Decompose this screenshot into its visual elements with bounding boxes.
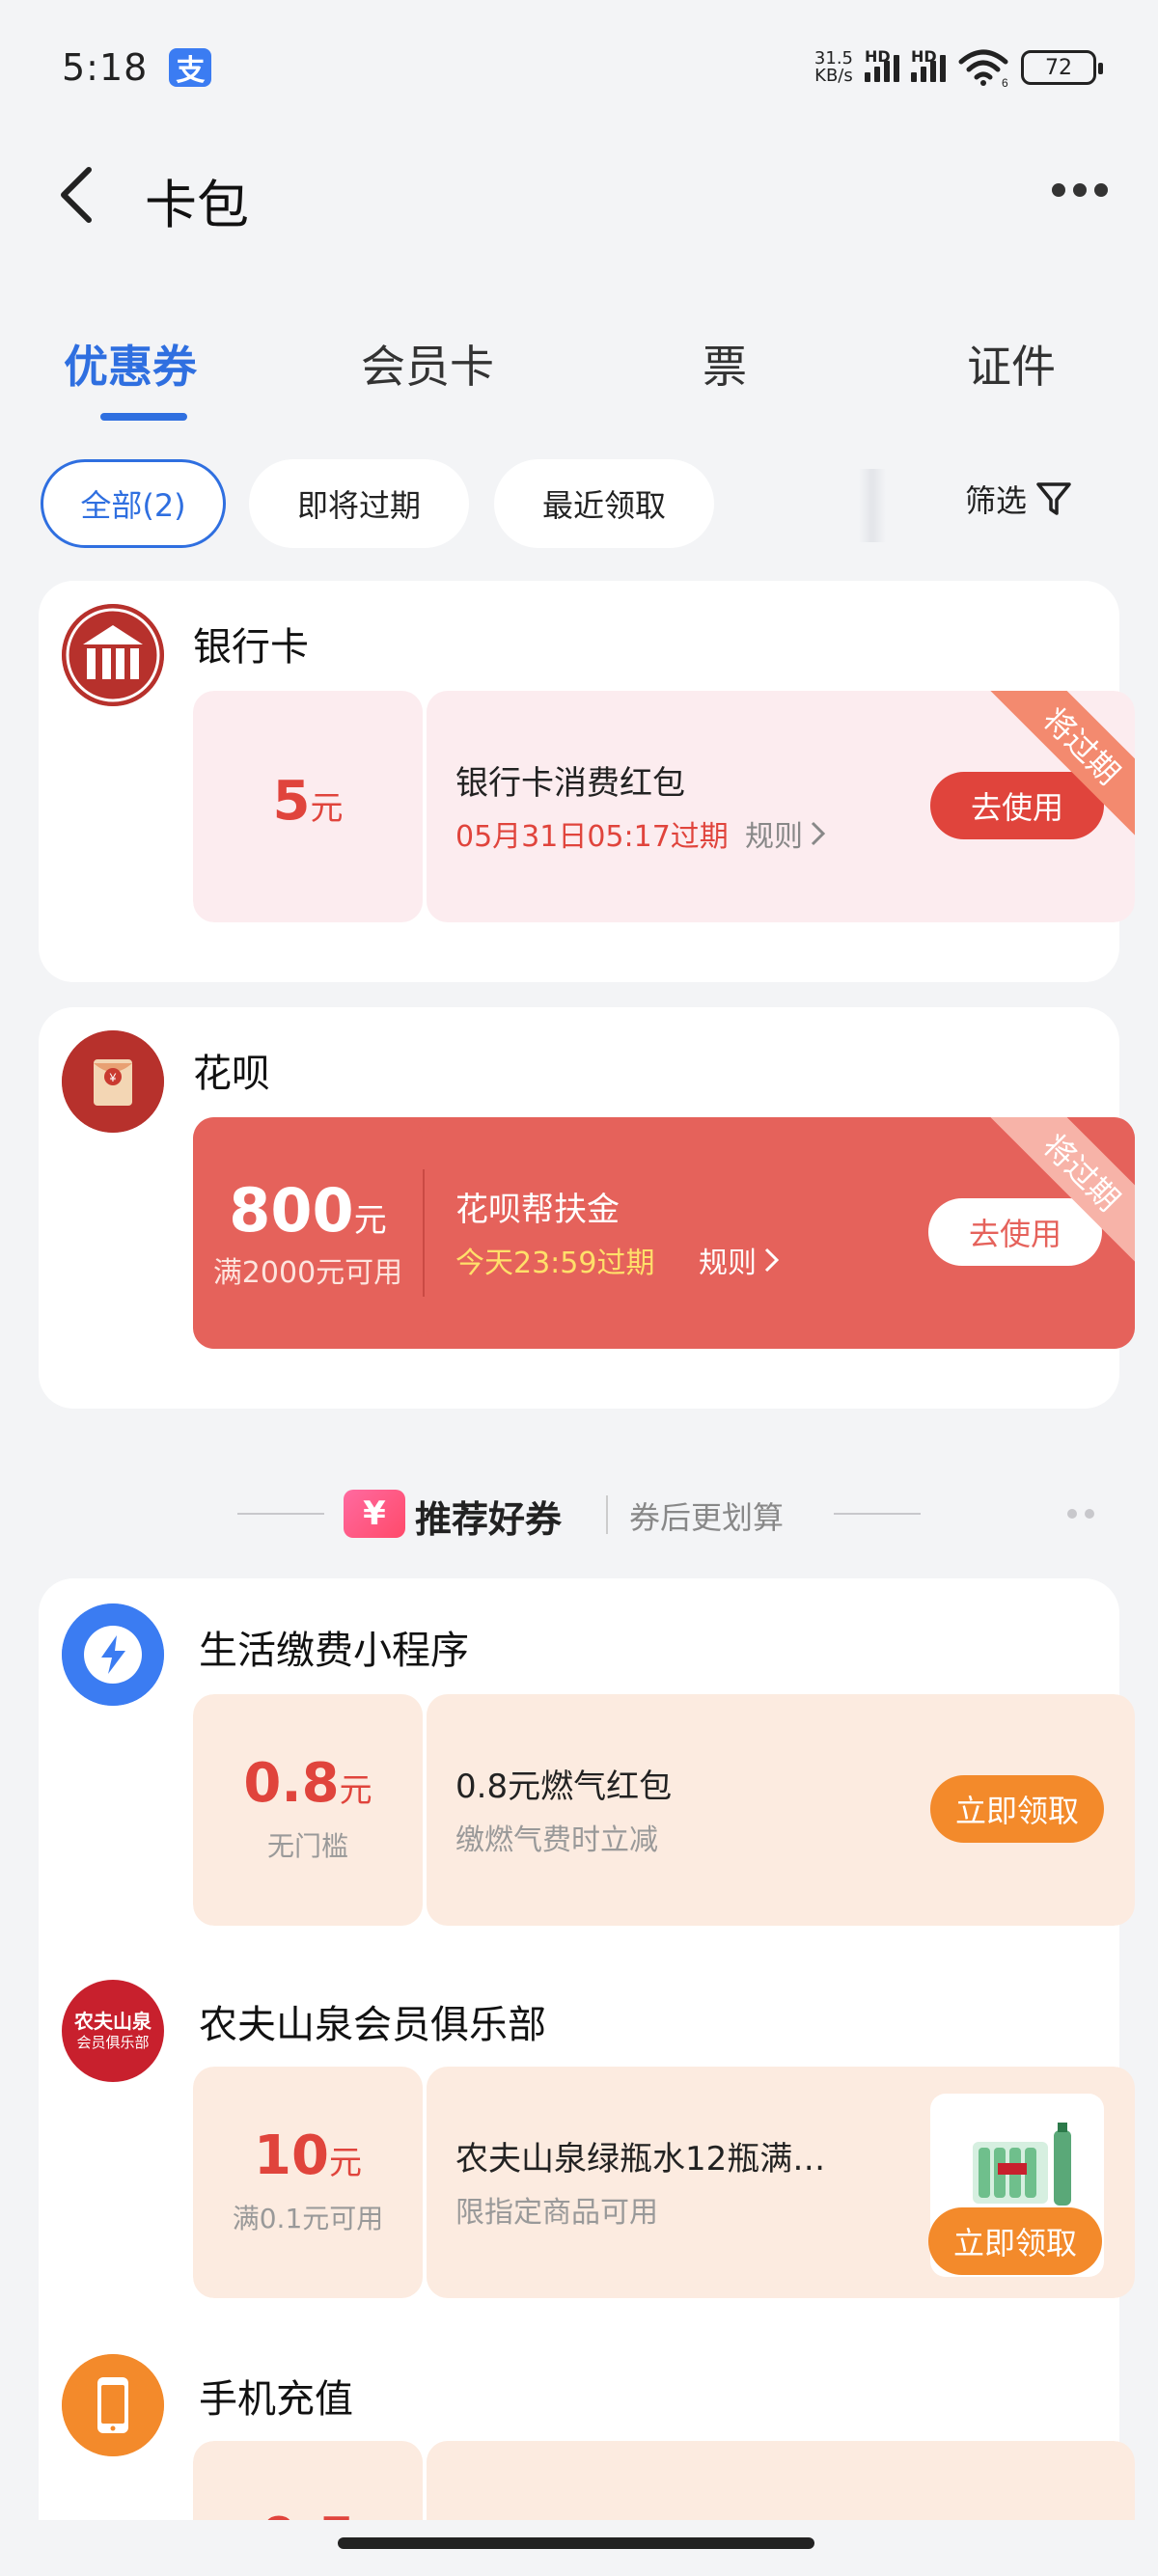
coupon-title: 银行卡消费红包	[455, 764, 685, 803]
divider-line	[834, 1513, 921, 1515]
logo-text-line2: 会员俱乐部	[76, 2034, 150, 2051]
offer-title: 0.8元燃气红包	[455, 1768, 673, 1806]
coupon-amount-panel: 5元	[193, 691, 423, 922]
offer-info-panel: 0.8元燃气红包 缴燃气费时立减 立即领取	[427, 1694, 1135, 1926]
offer-gas-red-packet[interactable]: 0.8元 无门槛 0.8元燃气红包 缴燃气费时立减 立即领取	[193, 1694, 1135, 1926]
svg-text:¥: ¥	[109, 1071, 117, 1084]
merchant-name: 花呗	[193, 1052, 270, 1096]
tab-documents[interactable]: 证件	[967, 332, 1056, 396]
coupon-info-panel: 花呗帮扶金 今天23:59过期 规则 去使用 将过期	[427, 1117, 1135, 1349]
funnel-icon	[1036, 482, 1071, 515]
bank-card-logo	[62, 604, 164, 706]
recommend-section-header: ¥ 推荐好券 券后更划算	[0, 1476, 1158, 1553]
network-speed: 31.5 KB/s	[814, 50, 853, 85]
wifi-icon: 6	[958, 49, 1008, 87]
offer-description: 限指定商品可用	[455, 2196, 658, 2230]
offer-water-coupon[interactable]: 10元 满0.1元可用 农夫山泉绿瓶水12瓶满… 限指定商品可用 立即领取	[193, 2067, 1135, 2298]
tab-membership-cards[interactable]: 会员卡	[361, 332, 494, 396]
divider-line	[237, 1513, 324, 1515]
utility-payment-logo	[62, 1603, 164, 1706]
claim-offer-button[interactable]: 立即领取	[930, 1775, 1104, 1843]
filter-chip-all[interactable]: 全部(2)	[41, 459, 226, 548]
coupon-amount: 5元	[272, 770, 344, 833]
merchant-name: 生活缴费小程序	[199, 1629, 469, 1673]
network-speed-unit: KB/s	[814, 66, 853, 86]
tab-coupons[interactable]: 优惠券	[64, 332, 197, 396]
active-tab-indicator	[100, 413, 187, 421]
signal-icon: HD	[865, 47, 899, 82]
offer-amount: 0.8元	[243, 1752, 372, 1815]
filter-chip-expiring[interactable]: 即将过期	[249, 459, 469, 548]
huabei-logo: ¥	[62, 1030, 164, 1133]
coupon-ticket-icon: ¥	[344, 1490, 405, 1538]
coupon-group-bank-card: 银行卡 5元 银行卡消费红包 05月31日05:17过期 规则 去使用 将过期	[39, 581, 1135, 982]
coupon-info-panel: 银行卡消费红包 05月31日05:17过期 规则 去使用 将过期	[427, 691, 1135, 922]
coupon-title: 花呗帮扶金	[455, 1191, 620, 1229]
chevron-right-icon	[811, 821, 826, 846]
status-bar: 5:18 支 31.5 KB/s HD HD 6 72	[0, 0, 1158, 135]
tab-bar: 优惠券 会员卡 票 证件	[0, 318, 1158, 434]
more-dots-icon[interactable]	[1067, 1509, 1094, 1519]
recommend-subtitle: 券后更划算	[629, 1499, 785, 1536]
claim-offer-button[interactable]: 立即领取	[928, 2207, 1102, 2275]
recommended-offers-card: 生活缴费小程序 0.8元 无门槛 0.8元燃气红包 缴燃气费时立减 立即领取 农…	[39, 1578, 1135, 2576]
mobile-phone-icon	[62, 2354, 164, 2456]
coupon-expiry: 今天23:59过期	[455, 1247, 655, 1280]
filter-bar: 全部(2) 即将过期 最近领取 筛选	[0, 459, 1158, 548]
coupon-expiry: 05月31日05:17过期	[455, 820, 729, 854]
wifi-label: 6	[1002, 76, 1008, 87]
offer-description: 缴燃气费时立减	[455, 1823, 658, 1857]
status-time: 5:18	[62, 46, 149, 89]
offer-info-panel: 农夫山泉绿瓶水12瓶满… 限指定商品可用 立即领取	[427, 2067, 1135, 2298]
recommend-separator	[606, 1495, 608, 1534]
offer-condition: 无门槛	[266, 1830, 348, 1862]
bank-building-icon	[62, 604, 164, 706]
alipay-notification-icon: 支	[169, 48, 212, 88]
signal-icon-2: HD	[911, 47, 946, 82]
offer-title: 农夫山泉绿瓶水12瓶满…	[455, 2140, 826, 2179]
tab-tickets[interactable]: 票	[703, 332, 747, 396]
coupon-huabei-support[interactable]: 800元 满2000元可用 花呗帮扶金 今天23:59过期 规则 去使用 将过期	[193, 1117, 1135, 1349]
coupon-bank-red-packet[interactable]: 5元 银行卡消费红包 05月31日05:17过期 规则 去使用 将过期	[193, 691, 1135, 922]
filter-button[interactable]: 筛选	[965, 477, 1073, 521]
coupon-condition: 满2000元可用	[212, 1256, 403, 1290]
nav-header: 卡包	[0, 145, 1158, 241]
merchant-name: 银行卡	[193, 625, 309, 670]
mobile-recharge-logo	[62, 2354, 164, 2456]
hd-label: HD	[865, 47, 891, 66]
filter-label: 筛选	[965, 482, 1028, 519]
logo-text-line1: 农夫山泉	[74, 2010, 152, 2033]
coupon-rule-link[interactable]: 规则	[699, 1239, 782, 1281]
coupon-amount-panel: 800元 满2000元可用	[193, 1117, 423, 1349]
nongfu-spring-logo: 农夫山泉 会员俱乐部	[62, 1980, 164, 2082]
coupon-divider	[423, 1169, 425, 1297]
filter-divider	[859, 469, 886, 542]
offer-condition: 满0.1元可用	[232, 2203, 384, 2234]
offer-amount-panel: 0.8元 无门槛	[193, 1694, 423, 1926]
hd-label-2: HD	[911, 47, 937, 66]
coupon-rule-link[interactable]: 规则	[745, 812, 828, 855]
filter-chip-recent[interactable]: 最近领取	[494, 459, 714, 548]
more-options-icon[interactable]	[1052, 183, 1108, 197]
page-title: 卡包	[145, 175, 249, 235]
battery-icon: 72	[1021, 50, 1103, 85]
recommend-title: 推荐好券	[415, 1498, 563, 1541]
coupon-amount: 800元	[229, 1175, 387, 1246]
offer-amount: 10元	[254, 2124, 362, 2187]
home-indicator[interactable]	[338, 2537, 814, 2549]
coupon-group-huabei: ¥ 花呗 800元 满2000元可用 花呗帮扶金 今天23:59过期 规则 去使…	[39, 1007, 1135, 1409]
lightning-bolt-icon	[62, 1603, 164, 1706]
red-envelope-icon: ¥	[62, 1030, 164, 1133]
merchant-name: 农夫山泉会员俱乐部	[199, 2003, 546, 2047]
status-indicators: 31.5 KB/s HD HD 6 72	[814, 47, 1103, 87]
use-coupon-button[interactable]: 去使用	[930, 772, 1104, 839]
chevron-right-icon	[764, 1247, 780, 1273]
back-arrow-icon[interactable]	[54, 164, 100, 226]
use-coupon-button[interactable]: 去使用	[928, 1198, 1102, 1266]
merchant-name: 手机充值	[199, 2377, 353, 2422]
offer-amount-panel: 10元 满0.1元可用	[193, 2067, 423, 2298]
